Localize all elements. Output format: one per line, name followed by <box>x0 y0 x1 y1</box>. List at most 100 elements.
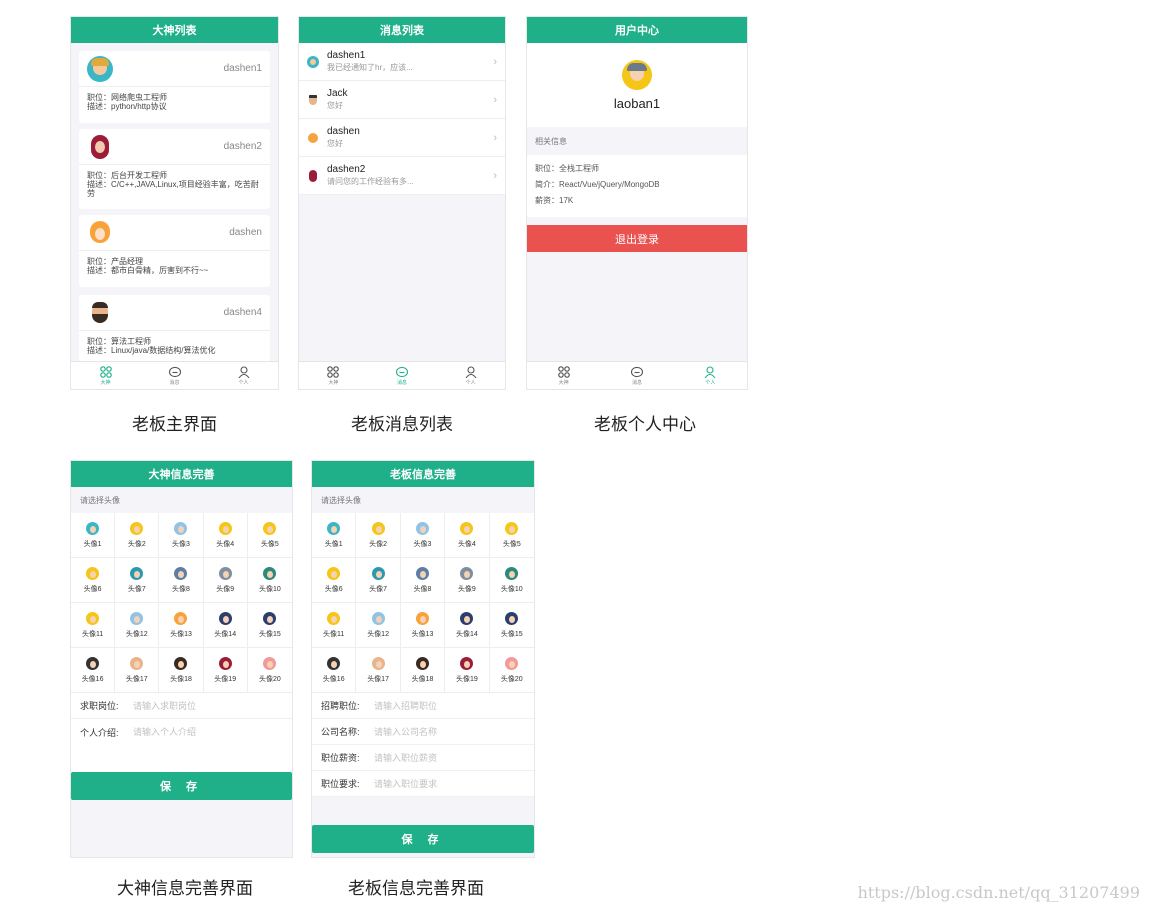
requirement-input[interactable] <box>374 778 504 789</box>
dashen-card[interactable]: dashen1 职位：网络爬虫工程师 描述：python/http协议 <box>79 51 270 123</box>
intro-input[interactable] <box>133 727 263 737</box>
company-input[interactable] <box>374 726 504 737</box>
avatar-option[interactable]: 头像15 <box>247 603 292 648</box>
avatar-label: 头像12 <box>367 630 389 638</box>
save-button[interactable]: 保 存 <box>71 772 292 800</box>
avatar-option[interactable]: 头像7 <box>356 558 401 603</box>
avatar-option[interactable]: 头像12 <box>356 603 401 648</box>
field-label: 职位薪资: <box>321 753 360 763</box>
avatar-icon <box>327 656 341 670</box>
avatar-icon <box>174 611 188 625</box>
avatar-option[interactable]: 头像13 <box>159 603 204 648</box>
card-desc: 描述：C/C++,JAVA,Linux,项目经验丰富，吃苦耐劳 <box>87 180 259 198</box>
page-title: 大神列表 <box>71 17 278 43</box>
avatar-icon <box>460 611 474 625</box>
avatar-icon <box>460 656 474 670</box>
avatar-icon <box>327 566 341 580</box>
message-sender: dashen1 <box>327 50 366 61</box>
avatar-option[interactable]: 头像10 <box>489 558 534 603</box>
avatar-option[interactable]: 头像16 <box>71 648 116 693</box>
avatar-option[interactable]: 头像10 <box>247 558 292 603</box>
message-preview: 请问您的工作经验有多... <box>327 177 414 186</box>
avatar-icon <box>218 611 232 625</box>
avatar-label: 头像13 <box>411 630 434 638</box>
avatar-option[interactable]: 头像4 <box>445 513 490 558</box>
avatar-option[interactable]: 头像5 <box>247 513 292 558</box>
tab-bar: 大神 消息 个人 <box>71 361 278 389</box>
avatar-option[interactable]: 头像4 <box>203 513 248 558</box>
avatar-option[interactable]: 头像6 <box>71 558 116 603</box>
message-item[interactable]: dashen 您好 › <box>299 119 505 157</box>
avatar-label: 头像18 <box>170 675 192 683</box>
page-title: 老板信息完善 <box>312 461 534 487</box>
tab-message[interactable]: 消息 <box>140 362 209 389</box>
dashen-card[interactable]: dashen 职位：产品经理 描述：都市白骨精，厉害到不行~~ <box>79 215 270 287</box>
avatar-option[interactable]: 头像18 <box>400 648 446 693</box>
avatar-option[interactable]: 头像6 <box>312 558 357 603</box>
save-button[interactable]: 保 存 <box>312 825 534 853</box>
avatar-option[interactable]: 头像16 <box>312 648 357 693</box>
tab-dashen[interactable]: 大神 <box>527 362 600 389</box>
avatar-option[interactable]: 头像11 <box>71 603 116 648</box>
avatar-option[interactable]: 头像2 <box>115 513 160 558</box>
boss-user-center-screen: 用户中心 laoban1 相关信息 职位：全栈工程师 简介：React/Vue/… <box>526 16 748 390</box>
tab-label: 个人 <box>465 379 476 386</box>
avatar-option[interactable]: 头像1 <box>71 513 116 558</box>
tab-dashen[interactable]: 大神 <box>299 362 368 389</box>
avatar-option[interactable]: 头像19 <box>445 648 490 693</box>
avatar-option[interactable]: 头像20 <box>247 648 292 693</box>
avatar-option[interactable]: 头像5 <box>489 513 534 558</box>
avatar-option[interactable]: 头像13 <box>400 603 446 648</box>
avatar-option[interactable]: 头像12 <box>115 603 160 648</box>
tab-personal[interactable]: 个人 <box>674 362 747 389</box>
message-item[interactable]: dashen2 请问您的工作经验有多... › <box>299 157 505 195</box>
tab-dashen[interactable]: 大神 <box>71 362 140 389</box>
avatar-icon <box>263 611 277 625</box>
avatar-option[interactable]: 头像17 <box>115 648 160 693</box>
tab-personal[interactable]: 个人 <box>436 362 505 389</box>
avatar-label: 头像18 <box>411 675 434 683</box>
avatar-option[interactable]: 头像14 <box>203 603 248 648</box>
tab-personal[interactable]: 个人 <box>209 362 278 389</box>
job-input[interactable] <box>133 700 263 711</box>
avatar-option[interactable]: 头像7 <box>115 558 160 603</box>
tab-message[interactable]: 消息 <box>600 362 673 389</box>
avatar-option[interactable]: 头像11 <box>312 603 357 648</box>
avatar-label: 头像13 <box>170 630 192 638</box>
avatar-option[interactable]: 头像8 <box>159 558 204 603</box>
avatar-option[interactable]: 头像14 <box>445 603 490 648</box>
salary-input[interactable] <box>374 752 504 763</box>
position-input[interactable] <box>374 700 504 711</box>
avatar-option[interactable]: 头像1 <box>312 513 357 558</box>
avatar-icon <box>218 656 232 670</box>
avatar-option[interactable]: 头像9 <box>203 558 248 603</box>
avatar-hint: 请选择头像 <box>80 495 120 505</box>
avatar-option[interactable]: 头像15 <box>489 603 534 648</box>
avatar-icon <box>130 656 144 670</box>
message-item[interactable]: dashen1 我已经通知了hr，应该... › <box>299 43 505 81</box>
avatar-icon <box>371 611 385 625</box>
avatar-icon <box>371 566 385 580</box>
tab-label: 大神 <box>328 379 339 386</box>
avatar-option[interactable]: 头像2 <box>356 513 401 558</box>
form-row: 招聘职位: <box>312 693 534 719</box>
avatar-option[interactable]: 头像19 <box>203 648 248 693</box>
avatar-option[interactable]: 头像20 <box>489 648 534 693</box>
message-item[interactable]: Jack 您好 › <box>299 81 505 119</box>
avatar-icon <box>415 521 429 535</box>
tab-message[interactable]: 消息 <box>368 362 437 389</box>
logout-button[interactable]: 退出登录 <box>527 225 747 252</box>
avatar-grid: 头像1 头像2 头像3 头像4 头像5 头像6 头像7 头像8 头像9 头像10 头像11 头像12 头… <box>71 513 292 693</box>
avatar-icon <box>130 521 144 535</box>
avatar-icon <box>622 59 652 90</box>
avatar-option[interactable]: 头像17 <box>356 648 401 693</box>
avatar-option[interactable]: 头像18 <box>159 648 204 693</box>
avatar-option[interactable]: 头像8 <box>400 558 446 603</box>
user-intro: 简介：React/Vue/jQuery/MongoDB <box>535 180 660 189</box>
dashen-card[interactable]: dashen4 职位：算法工程师 描述：Linux/java/数据结构/算法优化 <box>79 295 270 367</box>
form-row: 公司名称: <box>312 719 534 745</box>
dashen-card[interactable]: dashen2 职位：后台开发工程师 描述：C/C++,JAVA,Linux,项… <box>79 129 270 209</box>
avatar-option[interactable]: 头像3 <box>159 513 204 558</box>
avatar-option[interactable]: 头像9 <box>445 558 490 603</box>
avatar-option[interactable]: 头像3 <box>400 513 446 558</box>
